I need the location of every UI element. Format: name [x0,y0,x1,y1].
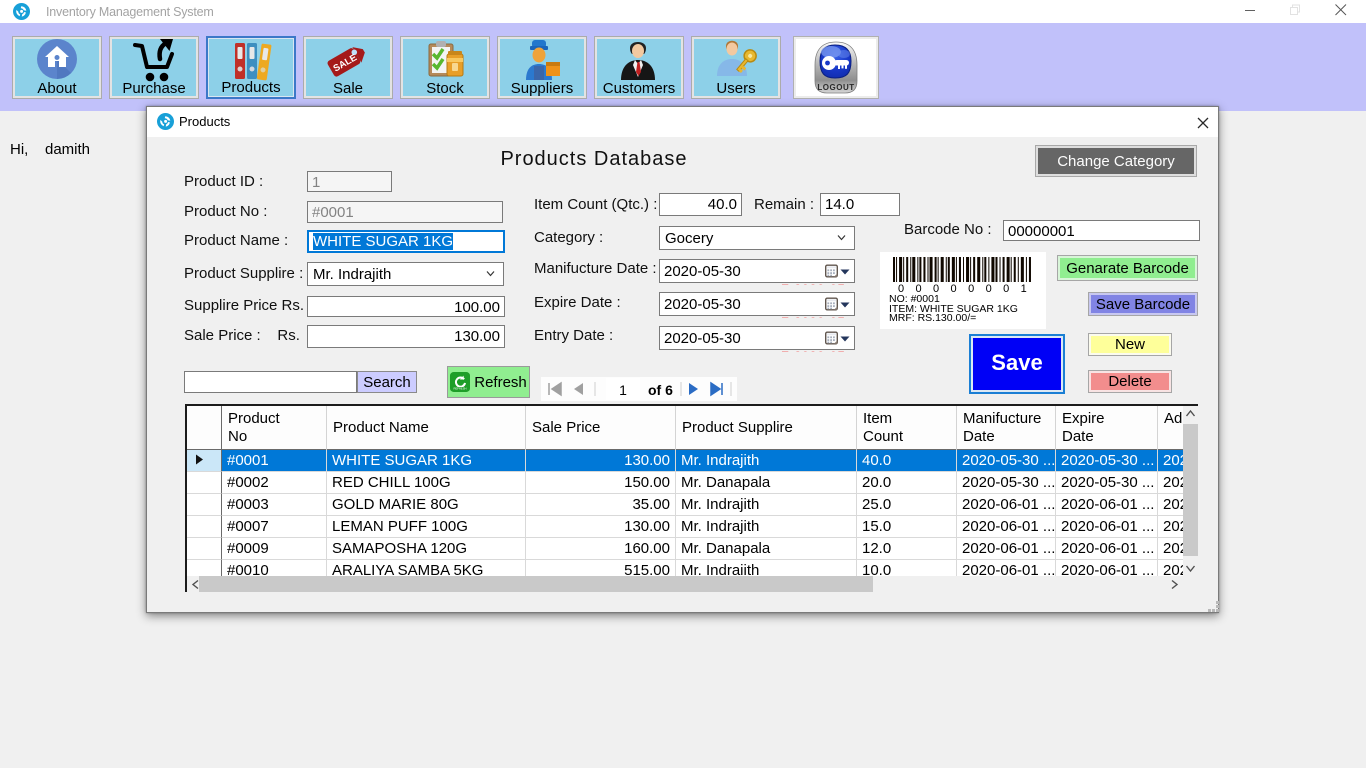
svg-text:REFRESH: REFRESH [454,387,467,391]
svg-text:LOGOUT: LOGOUT [817,83,854,92]
